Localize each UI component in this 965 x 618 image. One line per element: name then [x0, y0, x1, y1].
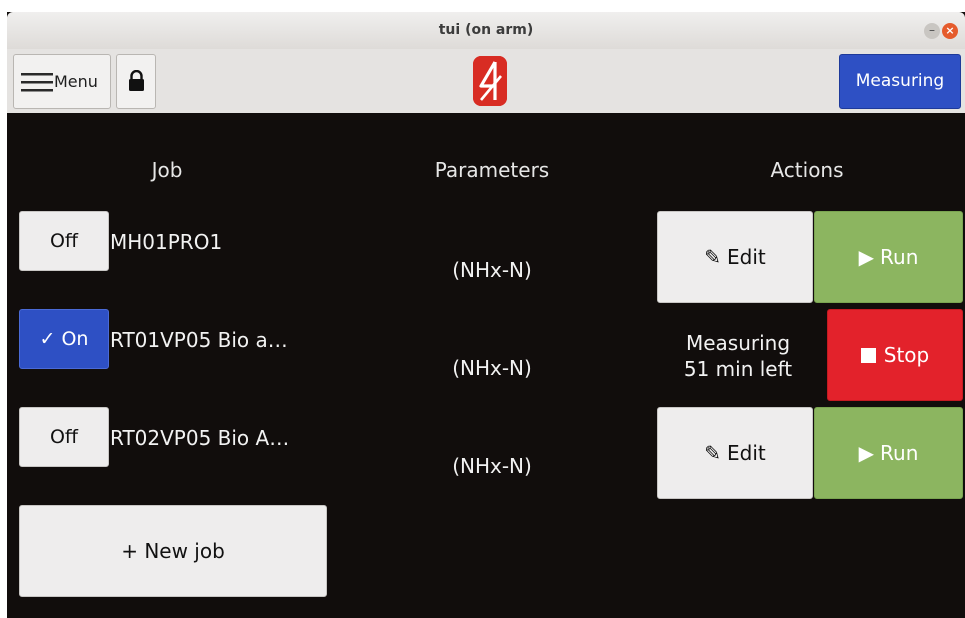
lock-icon: [129, 70, 144, 91]
measuring-status-text: Measuring 51 min left: [663, 330, 813, 382]
play-icon: ▶: [858, 441, 875, 465]
status-line: Measuring: [685, 331, 791, 355]
menu-label: Menu: [54, 72, 98, 91]
close-icon[interactable]: ×: [942, 23, 958, 39]
stop-button[interactable]: Stop: [827, 309, 963, 401]
window-title: tui (on arm): [438, 22, 534, 38]
job-toggle-on[interactable]: ✓ On: [19, 309, 109, 369]
lock-button[interactable]: [116, 54, 156, 109]
job-parameters: (NHx-N): [452, 356, 532, 380]
new-job-button[interactable]: + New job: [19, 505, 327, 597]
pencil-icon: ✎: [704, 245, 722, 269]
measuring-status-button[interactable]: Measuring: [839, 54, 961, 109]
job-name: RT02VP05 Bio A…: [110, 426, 290, 450]
job-toggle-off[interactable]: Off: [19, 407, 109, 467]
minimize-icon[interactable]: –: [924, 23, 940, 39]
job-parameters: (NHx-N): [452, 454, 532, 478]
menu-button[interactable]: Menu: [13, 54, 111, 109]
stop-icon: [860, 348, 876, 363]
hamburger-menu-icon: [21, 73, 53, 92]
brand-logo-icon: [473, 56, 507, 106]
run-button[interactable]: ▶ Run: [814, 211, 963, 303]
job-list: Job Parameters Actions Off MH01PRO1 (NHx…: [7, 113, 965, 618]
header-actions: Actions: [770, 158, 844, 182]
app-window: tui (on arm) – × Menu Measuring Job Para…: [7, 12, 965, 618]
header-job: Job: [151, 158, 183, 182]
title-bar[interactable]: tui (on arm) – ×: [7, 12, 965, 49]
job-parameters: (NHx-N): [452, 258, 532, 282]
time-remaining: 51 min left: [683, 357, 793, 381]
job-name: MH01PRO1: [110, 230, 223, 254]
run-button[interactable]: ▶ Run: [814, 407, 963, 499]
job-name: RT01VP05 Bio a…: [110, 328, 288, 352]
edit-button[interactable]: ✎ Edit: [657, 211, 813, 303]
header-parameters: Parameters: [434, 158, 550, 182]
toolbar: Menu Measuring: [7, 49, 965, 113]
play-icon: ▶: [858, 245, 875, 269]
edit-button[interactable]: ✎ Edit: [657, 407, 813, 499]
job-toggle-off[interactable]: Off: [19, 211, 109, 271]
pencil-icon: ✎: [704, 441, 722, 465]
